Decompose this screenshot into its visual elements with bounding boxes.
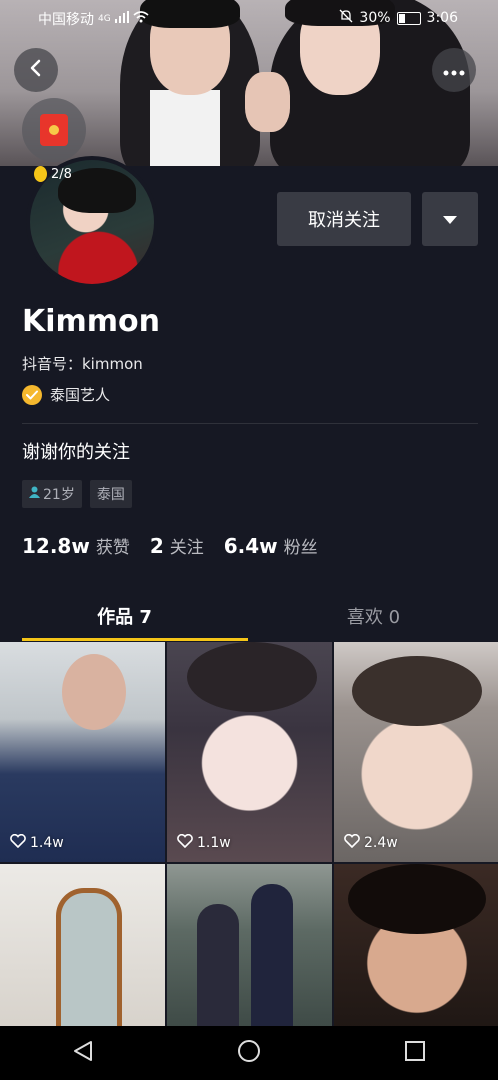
- battery-percent: 30%: [359, 10, 391, 26]
- profile-stats: 12.8w 获赞 2 关注 6.4w 粉丝: [22, 533, 318, 558]
- thumb-figure: [187, 642, 317, 712]
- heart-icon: [10, 833, 26, 852]
- heart-icon: [177, 833, 193, 852]
- followers-label: 粉丝: [283, 538, 318, 558]
- following-count: 2: [149, 534, 164, 558]
- tab-indicator: [22, 638, 248, 641]
- unfollow-button[interactable]: 取消关注: [277, 192, 411, 246]
- thumb-figure: [348, 864, 486, 934]
- video-grid: 1.4w 1.1w 2.4w: [0, 642, 498, 1029]
- verification: 泰国艺人: [22, 384, 110, 405]
- likes-label: 获赞: [95, 538, 130, 558]
- like-count: 1.4w: [10, 833, 64, 852]
- dropdown-icon: [443, 210, 457, 229]
- person-icon: [29, 486, 40, 502]
- bio: 谢谢你的关注: [22, 442, 130, 463]
- content-tabs: 作品 7 喜欢 0: [0, 590, 498, 642]
- like-value: 1.1w: [197, 835, 231, 851]
- coin-icon: [34, 166, 47, 182]
- nav-recent-icon[interactable]: [404, 1040, 426, 1066]
- likes-count: 12.8w: [22, 534, 90, 558]
- video-thumbnail[interactable]: [0, 864, 165, 1029]
- status-bar: 中国移动 4G 30% 3:06: [0, 0, 498, 34]
- like-count: 1.1w: [177, 833, 231, 852]
- carrier-label: 中国移动: [38, 12, 94, 28]
- signal-icon: [114, 11, 129, 27]
- nav-back-icon[interactable]: [72, 1040, 94, 1066]
- status-left: 中国移动 4G: [38, 9, 149, 29]
- thumb-figure: [352, 656, 482, 726]
- location-tag: 泰国: [89, 480, 132, 508]
- like-value: 1.4w: [30, 835, 64, 851]
- more-button[interactable]: [432, 48, 476, 92]
- battery-icon: [396, 11, 421, 25]
- video-thumbnail[interactable]: [334, 864, 498, 1029]
- more-icon: [443, 61, 465, 80]
- following-label: 关注: [169, 538, 204, 558]
- profile-name: Kimmon: [22, 304, 161, 339]
- followers-stat[interactable]: 6.4w 粉丝: [224, 533, 318, 558]
- video-thumbnail[interactable]: 1.4w: [0, 642, 165, 862]
- age-label: 21岁: [43, 487, 75, 503]
- unfollow-label: 取消关注: [308, 210, 380, 231]
- mute-icon: [339, 9, 353, 27]
- thumb-figure: [62, 654, 126, 730]
- heart-icon: [344, 833, 360, 852]
- likes-stat: 12.8w 获赞: [22, 533, 130, 558]
- douyin-id[interactable]: 抖音号：kimmon: [22, 353, 143, 374]
- verified-icon: [22, 384, 42, 405]
- back-button[interactable]: [14, 48, 58, 92]
- video-thumbnail[interactable]: [167, 864, 332, 1029]
- system-nav-bar: [0, 1026, 498, 1080]
- recommend-dropdown-button[interactable]: [422, 192, 478, 246]
- banner-hand: [245, 72, 290, 132]
- followers-count: 6.4w: [223, 534, 278, 558]
- red-packet-button[interactable]: [22, 98, 86, 162]
- following-stat[interactable]: 2 关注: [150, 533, 204, 558]
- red-packet-icon: [40, 114, 68, 146]
- nav-home-icon[interactable]: [237, 1039, 261, 1067]
- coin-badge[interactable]: 2/8: [34, 166, 72, 182]
- location-label: 泰国: [96, 487, 125, 503]
- tab-likes[interactable]: 喜欢 0: [249, 590, 498, 642]
- thumb-figure: [197, 904, 239, 1029]
- thumb-figure: [251, 884, 293, 1029]
- tab-works[interactable]: 作品 7: [0, 590, 249, 642]
- age-tag: 21岁: [22, 480, 82, 508]
- divider: [22, 423, 478, 424]
- video-thumbnail[interactable]: 2.4w: [334, 642, 498, 862]
- coin-count: 2/8: [51, 166, 72, 182]
- profile-tags: 21岁 泰国: [22, 480, 132, 508]
- clock: 3:06: [426, 10, 458, 26]
- status-right: 30% 3:06: [339, 9, 458, 27]
- back-icon: [27, 59, 45, 81]
- verified-label: 泰国艺人: [50, 386, 111, 404]
- wifi-icon: [133, 11, 149, 27]
- banner-shirt: [150, 90, 220, 166]
- like-count: 2.4w: [344, 833, 398, 852]
- network-label: 4G: [98, 14, 111, 24]
- like-value: 2.4w: [364, 835, 398, 851]
- thumb-figure: [56, 888, 122, 1029]
- video-thumbnail[interactable]: 1.1w: [167, 642, 332, 862]
